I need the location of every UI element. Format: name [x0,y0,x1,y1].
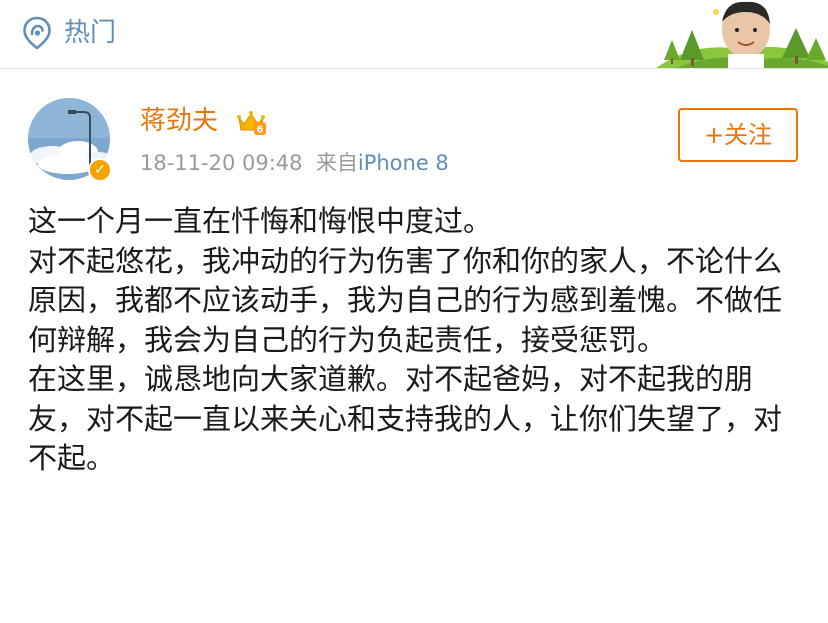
post-source[interactable]: iPhone 8 [358,151,449,175]
banner-illustration [656,0,828,68]
post-timestamp: 18-11-20 09:48 [140,151,303,175]
post-content: 这一个月一直在忏悔和悔恨中度过。 对不起悠花，我冲动的行为伤害了你和你的家人，不… [28,202,808,479]
crown-vip-icon[interactable]: 6 [236,108,266,136]
post-paragraph: 在这里，诚恳地向大家道歉。对不起爸妈，对不起我的朋友，对不起一直以来关心和支持我… [28,362,783,475]
verified-badge-icon: ✓ [88,158,112,182]
location-pin-icon[interactable] [22,16,52,50]
hot-tab-label[interactable]: 热门 [64,16,116,50]
post-paragraph: 对不起悠花，我冲动的行为伤害了你和你的家人，不论什么原因，我都不应该动手，我为自… [28,243,783,357]
post-paragraph: 这一个月一直在忏悔和悔恨中度过。 [28,204,493,238]
follow-button[interactable]: +关注 [678,108,798,162]
author-name[interactable]: 蒋劲夫 [140,104,218,138]
post-meta: 18-11-20 09:48 来自iPhone 8 [140,148,449,178]
source-prefix: 来自 [315,151,358,175]
svg-text:6: 6 [257,125,264,136]
top-bar: 热门 [0,0,828,69]
